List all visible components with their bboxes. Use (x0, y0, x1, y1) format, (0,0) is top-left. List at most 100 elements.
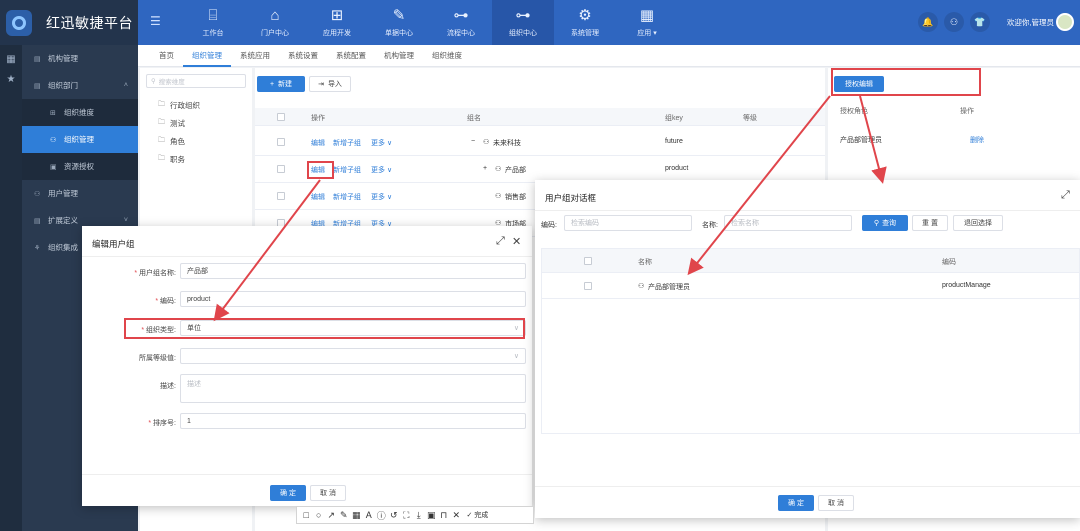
row-checkbox[interactable] (584, 282, 592, 290)
number-tool-icon[interactable]: ⓘ (375, 509, 388, 522)
more-link[interactable]: 更多 ∨ (371, 138, 392, 148)
row-checkbox[interactable] (277, 138, 285, 146)
code-label: 编码: (541, 222, 557, 229)
topnav-item-organization[interactable]: ⊶ 组织中心 (492, 0, 554, 45)
maximize-icon[interactable]: ⤢ (496, 235, 505, 248)
label-text: 用户组名称: (139, 270, 176, 277)
label-text: 编码: (160, 298, 176, 305)
sidebar-item-resource-auth[interactable]: ▣ 资源授权 (22, 153, 138, 180)
mosaic-tool-icon[interactable]: ▦ (350, 510, 363, 521)
delete-link[interactable]: 删除 (970, 135, 984, 145)
rectangle-tool-icon[interactable]: □ (300, 510, 313, 520)
search-button[interactable]: ⚲ 查询 (862, 215, 908, 231)
sidebar-item-label: 组织集成 (48, 243, 78, 252)
topnav-item-workbench[interactable]: ⌸ 工作台 (182, 0, 244, 45)
new-button[interactable]: + 新建 (257, 76, 305, 92)
cancel-button[interactable]: 取 消 (818, 495, 854, 511)
text-tool-icon[interactable]: A (363, 510, 376, 520)
tab-org-management[interactable]: 组织管理 (183, 45, 231, 67)
expand-toggle[interactable]: − (471, 138, 475, 145)
code-field[interactable]: product (180, 291, 526, 307)
topnav-item-app-dev[interactable]: ⊞ 应用开发 (306, 0, 368, 45)
name-search-input[interactable]: 检索名称 (724, 215, 852, 231)
add-child-link[interactable]: 新增子组 (333, 192, 361, 202)
topnav-item-apps[interactable]: ▦ 应用 ▾ (616, 0, 678, 45)
topnav-item-documents[interactable]: ✎ 单据中心 (368, 0, 430, 45)
sidebar-item-institution[interactable]: ▤ 机构管理 (22, 45, 138, 72)
chart-icon: ⌸ (208, 7, 218, 24)
dimension-icon: ⊞ (50, 109, 56, 117)
sidebar-item-user-management[interactable]: ⚇ 用户管理 (22, 180, 138, 207)
topnav-item-portal[interactable]: ⌂ 门户中心 (244, 0, 306, 45)
row-checkbox[interactable] (277, 165, 285, 173)
maximize-icon[interactable]: ⤢ (1061, 189, 1070, 202)
edit-link[interactable]: 编辑 (311, 192, 325, 202)
tab-system-config[interactable]: 系统配置 (327, 45, 375, 67)
undo-icon[interactable]: ↺ (388, 510, 401, 521)
tree-item[interactable]: 🗀 职务 (140, 150, 252, 168)
welcome-text[interactable]: 欢迎你,管理员 (1007, 17, 1054, 28)
description-textarea[interactable]: 描述 (180, 374, 526, 403)
level-select[interactable]: ∨ (180, 348, 526, 364)
sidebar-item-org-management[interactable]: ⚇ 组织管理 (22, 126, 138, 153)
table-row[interactable]: ⚇ 产品部管理员 productManage (542, 273, 1079, 299)
sidebar-item-label: 组织管理 (64, 135, 94, 144)
tab-org-dimension[interactable]: 组织维度 (423, 45, 471, 67)
done-button[interactable]: ✓ 完成 (467, 510, 489, 520)
code-search-input[interactable]: 检索编码 (564, 215, 692, 231)
tab-system-apps[interactable]: 系统应用 (231, 45, 279, 67)
confirm-button[interactable]: 确 定 (778, 495, 814, 511)
select-all-checkbox[interactable] (584, 257, 592, 265)
pin-icon[interactable]: ▣ (425, 510, 438, 521)
top-navigation: ⌸ 工作台 ⌂ 门户中心 ⊞ 应用开发 ✎ 单据中心 ⊶ 流程中心 ⊶ 组织中心… (182, 0, 678, 45)
tree-search-input[interactable]: ⚲ 搜索维度 (146, 74, 246, 88)
tab-system-settings[interactable]: 系统设置 (279, 45, 327, 67)
group-name: 销售部 (505, 194, 526, 201)
sidebar-item-org-dimension[interactable]: ⊞ 组织维度 (22, 99, 138, 126)
tree-search-placeholder: 搜索维度 (158, 79, 185, 86)
more-link[interactable]: 更多 ∨ (371, 192, 392, 202)
row-checkbox[interactable] (277, 192, 285, 200)
confirm-button[interactable]: 确 定 (270, 485, 306, 501)
reset-button[interactable]: 重 置 (912, 215, 948, 231)
topnav-item-system[interactable]: ⚙ 系统管理 (554, 0, 616, 45)
close-icon[interactable]: ✕ (512, 235, 521, 248)
close-icon[interactable]: ✕ (450, 510, 463, 521)
add-child-link[interactable]: 新增子组 (333, 138, 361, 148)
edit-link[interactable]: 编辑 (311, 138, 325, 148)
star-icon[interactable]: ★ (0, 69, 22, 89)
select-all-checkbox[interactable] (277, 113, 285, 121)
column-header: 名称 (638, 259, 652, 266)
bookmark-icon[interactable]: ⊓ (438, 510, 451, 521)
group-name: 产品部 (505, 167, 526, 174)
tab-institution[interactable]: 机构管理 (375, 45, 423, 67)
expand-toggle[interactable]: + (483, 165, 487, 172)
sort-field[interactable]: 1 (180, 413, 526, 429)
tree-item[interactable]: 🗀 测试 (140, 114, 252, 132)
grid-icon[interactable]: ▦ (0, 49, 22, 69)
download-icon[interactable]: ⤓ (413, 510, 426, 521)
cancel-button[interactable]: 取 消 (310, 485, 346, 501)
add-child-link[interactable]: 新增子组 (333, 165, 361, 175)
pen-tool-icon[interactable]: ✎ (338, 510, 351, 521)
chevron-down-icon: ˅ (123, 217, 128, 224)
group-name-field[interactable]: 产品部 (180, 263, 526, 279)
gear-icon: ⚙ (578, 7, 592, 24)
topnav-item-process[interactable]: ⊶ 流程中心 (430, 0, 492, 45)
tree-item[interactable]: 🗀 行政组织 (140, 96, 252, 114)
sidebar-item-org-department[interactable]: ▤ 组织部门 ˄ (22, 72, 138, 99)
shirt-icon[interactable]: 👕 (970, 12, 990, 32)
avatar[interactable] (1056, 13, 1074, 31)
more-link[interactable]: 更多 ∨ (371, 165, 392, 175)
bell-icon[interactable]: 🔔 (918, 12, 938, 32)
sidebar-item-label: 组织部门 (48, 81, 78, 90)
tab-home[interactable]: 首页 (150, 45, 183, 67)
ellipse-tool-icon[interactable]: ○ (313, 510, 326, 520)
fullscreen-icon[interactable]: ⛶ (400, 510, 413, 521)
clear-selection-button[interactable]: 退回选择 (953, 215, 1003, 231)
tree-item[interactable]: 🗀 角色 (140, 132, 252, 150)
arrow-tool-icon[interactable]: ↗ (325, 510, 338, 521)
menu-toggle-icon[interactable]: ☰ (150, 14, 161, 28)
import-button[interactable]: ⇥ 导入 (309, 76, 351, 92)
user-switch-icon[interactable]: ⚇ (944, 12, 964, 32)
